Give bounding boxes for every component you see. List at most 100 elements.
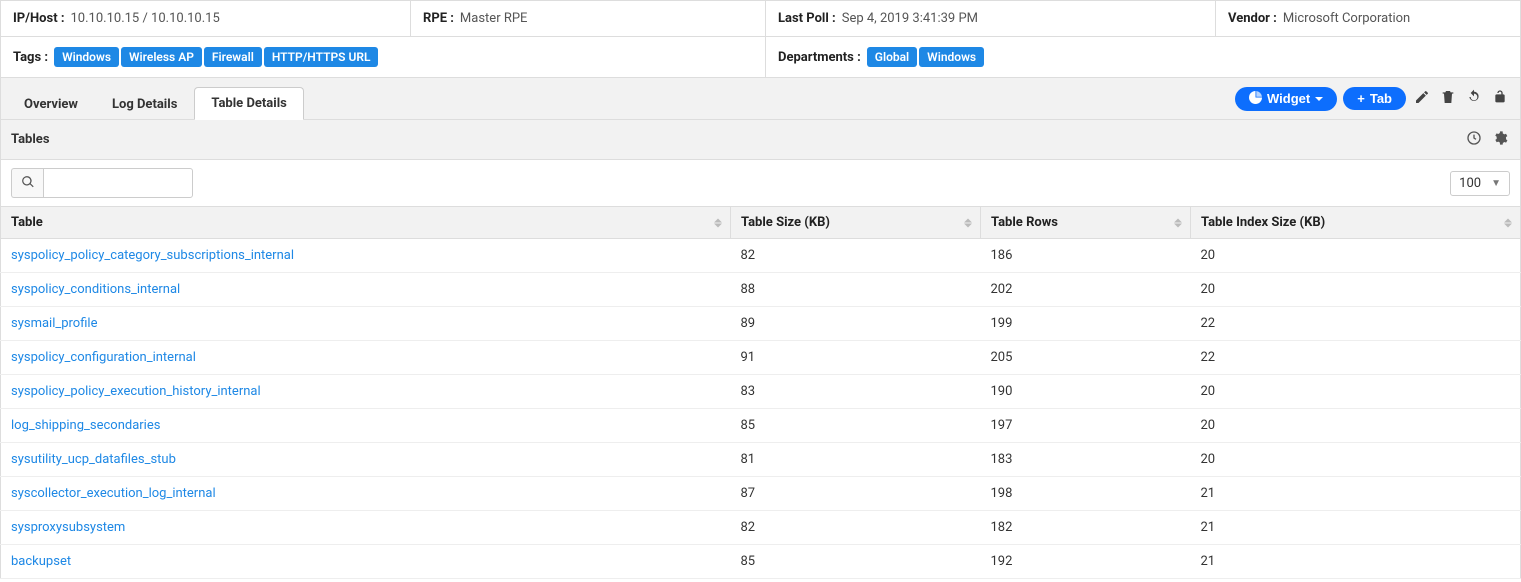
cell-table-name: sysmail_profile <box>1 307 731 341</box>
table-link[interactable]: syspolicy_policy_execution_history_inter… <box>11 384 261 399</box>
cell-table-rows: 202 <box>981 273 1191 307</box>
cell-table-size: 81 <box>731 443 981 477</box>
table-link[interactable]: sysmail_profile <box>11 316 97 331</box>
add-tab-button[interactable]: + Tab <box>1343 87 1406 110</box>
table-row: sysproxysubsystem 8218221 <box>1 511 1521 545</box>
lock-button[interactable] <box>1490 87 1510 110</box>
table-row: sysutility_ucp_datafiles_stub8118320 <box>1 443 1521 477</box>
search-wrap <box>11 168 193 198</box>
cell-table-size: 82 <box>731 511 981 545</box>
ip-host-value: 10.10.10.15 / 10.10.10.15 <box>71 11 220 26</box>
search-input[interactable] <box>43 168 193 198</box>
info-row-2: Tags : WindowsWireless APFirewallHTTP/HT… <box>1 37 1520 77</box>
vendor-value: Microsoft Corporation <box>1283 11 1410 26</box>
settings-button[interactable] <box>1490 128 1510 151</box>
tab-overview[interactable]: Overview <box>7 88 95 120</box>
delete-button[interactable] <box>1438 87 1458 110</box>
table-row: backupset8519221 <box>1 545 1521 579</box>
cell-table-rows: 197 <box>981 409 1191 443</box>
departments-cell: Departments : GlobalWindows <box>766 37 1520 77</box>
cell-table-name: syspolicy_configuration_internal <box>1 341 731 375</box>
table-link[interactable]: sysproxysubsystem <box>11 520 125 535</box>
tag[interactable]: HTTP/HTTPS URL <box>264 47 379 67</box>
cell-table-index-size: 20 <box>1191 443 1521 477</box>
cell-table-rows: 205 <box>981 341 1191 375</box>
pie-icon <box>1249 91 1262 107</box>
table-link[interactable]: sysutility_ucp_datafiles_stub <box>11 452 176 467</box>
column-header-idx[interactable]: Table Index Size (KB) <box>1191 207 1521 239</box>
edit-button[interactable] <box>1412 87 1432 110</box>
sort-arrows-icon <box>1504 218 1512 227</box>
table-header-row: Table Table Size (KB) Table RowsTable Inde… <box>1 207 1521 239</box>
vendor-cell: Vendor : Microsoft Corporation <box>1216 1 1520 36</box>
sort-arrows-icon <box>714 218 722 227</box>
table-row: log_shipping_secondaries 8519720 <box>1 409 1521 443</box>
tags-label: Tags : <box>13 50 48 65</box>
tabs-bar: OverviewLog DetailsTable Details Widget … <box>0 78 1521 120</box>
table-row: syspolicy_conditions_internal8820220 <box>1 273 1521 307</box>
cell-table-rows: 198 <box>981 477 1191 511</box>
cell-table-rows: 199 <box>981 307 1191 341</box>
department-tag[interactable]: Windows <box>919 47 984 67</box>
tag[interactable]: Wireless AP <box>121 47 202 67</box>
cell-table-index-size: 21 <box>1191 545 1521 579</box>
page-size-value: 100 <box>1459 176 1481 191</box>
cell-table-size: 85 <box>731 409 981 443</box>
departments-label: Departments : <box>778 50 861 65</box>
info-row-1: IP/Host : 10.10.10.15 / 10.10.10.15 RPE … <box>1 1 1520 37</box>
refresh-icon <box>1466 89 1482 108</box>
add-tab-button-label: Tab <box>1370 91 1392 106</box>
cell-table-size: 87 <box>731 477 981 511</box>
plus-icon: + <box>1357 91 1365 106</box>
table-row: syspolicy_policy_category_subscriptions_… <box>1 239 1521 273</box>
table-link[interactable]: syspolicy_conditions_internal <box>11 282 180 297</box>
clock-button[interactable] <box>1464 128 1484 151</box>
tab-log-details[interactable]: Log Details <box>95 88 194 120</box>
cell-table-index-size: 21 <box>1191 477 1521 511</box>
cell-table-rows: 182 <box>981 511 1191 545</box>
rpe-value: Master RPE <box>460 11 528 26</box>
page-size-select[interactable]: 100 ▼ <box>1450 171 1510 196</box>
table-link[interactable]: syspolicy_policy_category_subscriptions_… <box>11 248 294 263</box>
info-panel: IP/Host : 10.10.10.15 / 10.10.10.15 RPE … <box>0 0 1521 78</box>
cell-table-rows: 192 <box>981 545 1191 579</box>
column-header-rows[interactable]: Table Rows <box>981 207 1191 239</box>
pencil-icon <box>1414 89 1430 108</box>
trash-icon <box>1440 89 1456 108</box>
table-link[interactable]: syspolicy_configuration_internal <box>11 350 196 365</box>
cell-table-index-size: 21 <box>1191 511 1521 545</box>
cell-table-index-size: 22 <box>1191 341 1521 375</box>
tag[interactable]: Windows <box>54 47 119 67</box>
tags-container: WindowsWireless APFirewallHTTP/HTTPS URL <box>54 47 380 67</box>
cell-table-size: 83 <box>731 375 981 409</box>
column-header-size[interactable]: Table Size (KB) <box>731 207 981 239</box>
rpe-cell: RPE : Master RPE <box>411 1 766 36</box>
column-header-name[interactable]: Table <box>1 207 731 239</box>
cell-table-name: syspolicy_conditions_internal <box>1 273 731 307</box>
department-tag[interactable]: Global <box>867 47 917 67</box>
table-link[interactable]: syscollector_execution_log_internal <box>11 486 216 501</box>
tag[interactable]: Firewall <box>204 47 262 67</box>
cell-table-index-size: 20 <box>1191 273 1521 307</box>
cell-table-name: log_shipping_secondaries <box>1 409 731 443</box>
table-link[interactable]: log_shipping_secondaries <box>11 418 160 433</box>
vendor-label: Vendor : <box>1228 11 1277 26</box>
tab-table-details[interactable]: Table Details <box>194 87 303 120</box>
widget-button[interactable]: Widget <box>1235 87 1337 111</box>
last-poll-value: Sep 4, 2019 3:41:39 PM <box>842 11 978 26</box>
cell-table-index-size: 20 <box>1191 409 1521 443</box>
cell-table-name: syscollector_execution_log_internal <box>1 477 731 511</box>
table-toolbar: 100 ▼ <box>0 160 1521 206</box>
cell-table-index-size: 20 <box>1191 239 1521 273</box>
tables-table: Table Table Size (KB) Table RowsTable Inde… <box>0 206 1521 579</box>
cell-table-size: 82 <box>731 239 981 273</box>
table-link[interactable]: backupset <box>11 554 71 569</box>
table-row: sysmail_profile8919922 <box>1 307 1521 341</box>
search-button[interactable] <box>11 168 43 198</box>
ip-host-label: IP/Host : <box>13 11 65 26</box>
cell-table-rows: 190 <box>981 375 1191 409</box>
refresh-button[interactable] <box>1464 87 1484 110</box>
column-header-label: Table Size (KB) <box>741 215 830 230</box>
caret-down-icon <box>1315 97 1323 101</box>
last-poll-label: Last Poll : <box>778 11 836 26</box>
